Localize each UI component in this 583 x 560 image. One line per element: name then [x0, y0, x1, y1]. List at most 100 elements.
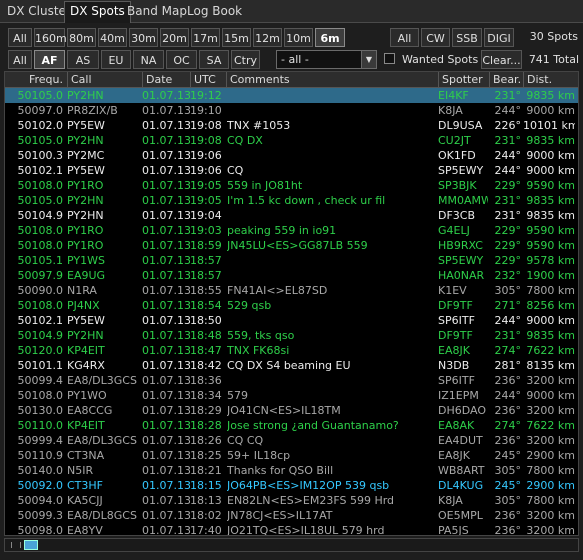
cell-distance: 9835 km	[526, 209, 575, 222]
table-row[interactable]: 50099.4 EA8/DL3GCS 01.07.13 18:36 SP6ITF 236°…	[5, 373, 578, 388]
cell-utc-time: 17:40	[190, 524, 222, 536]
cell-comment: JN78CJ<ES>IL17AT	[227, 509, 333, 522]
cell-spotter: EA8AK	[438, 419, 475, 432]
cell-frequency: 50104.9	[17, 209, 64, 222]
tab-log-book[interactable]: Log Book	[182, 2, 247, 21]
continent-button-as[interactable]: AS	[67, 50, 99, 69]
continent-button-eu[interactable]: EU	[101, 50, 131, 69]
cell-utc-time: 18:15	[190, 479, 222, 492]
cell-spotter: CU2JT	[438, 134, 471, 147]
table-row[interactable]: 50108.0 PY1RO 01.07.13 19:05 559 in JO81ht SP…	[5, 178, 578, 193]
band-button-6m[interactable]: 6m	[315, 28, 345, 47]
continent-button-na[interactable]: NA	[133, 50, 164, 69]
cell-frequency: 50104.9	[17, 329, 64, 342]
mode-button-ssb[interactable]: SSB	[452, 28, 482, 47]
cell-callsign: PR8ZIX/B	[67, 104, 118, 117]
table-row[interactable]: 50140.0 N5IR 01.07.13 18:21 Thanks for QSO B…	[5, 463, 578, 478]
col-header-date[interactable]: Date	[142, 72, 190, 87]
col-header-call[interactable]: Call	[67, 72, 142, 87]
mode-button-digi[interactable]: DIGI	[484, 28, 514, 47]
band-button-12m[interactable]: 12m	[253, 28, 282, 47]
band-button-80m[interactable]: 80m	[67, 28, 96, 47]
col-header-comments[interactable]: Comments	[226, 72, 438, 87]
cell-bearing: 231°	[494, 89, 522, 102]
continent-button-oc[interactable]: OC	[166, 50, 197, 69]
spots-table: Frequ. Call Date UTC Comments Spotter Be…	[4, 71, 579, 536]
table-row[interactable]: 50105.0 PY2HN 01.07.13 19:05 I'm 1.5 kc down…	[5, 193, 578, 208]
cell-callsign: PY2HN	[67, 134, 104, 147]
cell-spotter: SP5EWY	[438, 254, 484, 267]
table-row[interactable]: 50100.3 PY2MC 01.07.13 19:06 OK1FD 244° 9000 k…	[5, 148, 578, 163]
band-button-30m[interactable]: 30m	[129, 28, 158, 47]
table-row[interactable]: 50090.0 N1RA 01.07.13 18:55 FN41AI<>EL87SD K1…	[5, 283, 578, 298]
cell-bearing: 236°	[494, 509, 522, 522]
table-row[interactable]: 50102.1 PY5EW 01.07.13 18:50 SP6ITF 244° 9000 …	[5, 313, 578, 328]
tab-dx-spots[interactable]: DX Spots	[64, 1, 131, 23]
band-button-10m[interactable]: 10m	[284, 28, 313, 47]
table-row[interactable]: 50120.0 KP4EIT 01.07.13 18:47 TNX FK68si EA8J…	[5, 343, 578, 358]
table-row[interactable]: 50101.1 KG4RX 01.07.13 18:42 CQ DX S4 beamin…	[5, 358, 578, 373]
cell-bearing: 229°	[494, 179, 522, 192]
table-row[interactable]: 50097.9 EA9UG 01.07.13 18:57 HA0NAR 232° 1900 …	[5, 268, 578, 283]
table-row[interactable]: 50104.9 PY2HN 01.07.13 19:04 DF3CB 231° 9835 k…	[5, 208, 578, 223]
cell-date: 01.07.13	[142, 104, 190, 117]
table-row[interactable]: 50130.0 EA8CCG 01.07.13 18:29 JO41CN<ES>IL18…	[5, 403, 578, 418]
table-row[interactable]: 50094.0 KA5CJJ 01.07.13 18:13 EN82LN<ES>EM23…	[5, 493, 578, 508]
table-row[interactable]: 50108.0 PY1WO 01.07.13 18:34 579 IZ1EPM 244° 90…	[5, 388, 578, 403]
band-button-20m[interactable]: 20m	[160, 28, 189, 47]
chevron-down-icon[interactable]: ▼	[361, 51, 376, 68]
continent-button-all[interactable]: All	[8, 50, 32, 69]
band-button-40m[interactable]: 40m	[98, 28, 127, 47]
table-row[interactable]: 50097.0 PR8ZIX/B 01.07.13 19:10 K8JA 244° 9000…	[5, 103, 578, 118]
cell-frequency: 50097.0	[17, 104, 64, 117]
cell-spotter: OE5MPL	[438, 509, 483, 522]
total-count: 741 Total	[528, 53, 579, 66]
cell-distance: 3200 km	[526, 434, 575, 447]
band-button-all[interactable]: All	[8, 28, 32, 47]
table-row[interactable]: 50102.1 PY5EW 01.07.13 19:06 CQ SP5EWY 244° 900…	[5, 163, 578, 178]
mode-button-cw[interactable]: CW	[421, 28, 450, 47]
continent-button-af[interactable]: AF	[34, 50, 65, 69]
cell-frequency: 50130.0	[17, 404, 64, 417]
table-row[interactable]: 50108.0 PY1RO 01.07.13 19:03 peaking 559 in …	[5, 223, 578, 238]
table-row[interactable]: 50108.0 PJ4NX 01.07.13 18:54 529 qsb DF9TF 271…	[5, 298, 578, 313]
table-row[interactable]: 50104.9 PY2HN 01.07.13 18:48 559, tks qso DF9…	[5, 328, 578, 343]
table-row[interactable]: 50102.0 PY5EW 01.07.13 19:08 TNX #1053 DL9USA…	[5, 118, 578, 133]
band-button-17m[interactable]: 17m	[191, 28, 220, 47]
table-row[interactable]: 50108.0 PY1RO 01.07.13 18:59 JN45LU<ES>GG87L…	[5, 238, 578, 253]
table-row[interactable]: 50105.0 PY2HN 01.07.13 19:12 EI4KF 231° 9835 k…	[5, 88, 578, 103]
country-select[interactable]: - all - ▼	[276, 50, 377, 69]
cell-callsign: EA8CCG	[67, 404, 113, 417]
table-row[interactable]: 50105.0 PY2HN 01.07.13 19:08 CQ DX CU2JT 231° 9…	[5, 133, 578, 148]
cell-comment: JO41CN<ES>IL18TM	[227, 404, 341, 417]
cell-spotter: EA8JK	[438, 344, 470, 357]
cell-comment: TNX #1053	[227, 119, 291, 132]
cell-date: 01.07.13	[142, 239, 190, 252]
grip-icon[interactable]	[11, 542, 21, 548]
band-button-160m[interactable]: 160m	[34, 28, 67, 47]
table-row[interactable]: 50110.9 CT3NA 01.07.13 18:25 59+ IL18cp EA8JK…	[5, 448, 578, 463]
table-row[interactable]: 50098.0 EA8YV 01.07.13 17:40 JO21TQ<ES>IL18U…	[5, 523, 578, 536]
table-row[interactable]: 50110.0 KP4EIT 01.07.13 18:28 Jose strong ¿a…	[5, 418, 578, 433]
clear-button[interactable]: Clear...	[481, 50, 522, 69]
cell-callsign: PY2MC	[67, 149, 105, 162]
table-row[interactable]: 50999.4 EA8/DL3GCS 01.07.13 18:26 CQ CQ EA4DU…	[5, 433, 578, 448]
col-header-bearing[interactable]: Bear.	[489, 72, 523, 87]
col-header-spotter[interactable]: Spotter	[438, 72, 489, 87]
cell-date: 01.07.13	[142, 314, 190, 327]
cell-bearing: 231°	[494, 194, 522, 207]
continent-button-sa[interactable]: SA	[199, 50, 229, 69]
cell-bearing: 231°	[494, 329, 522, 342]
col-header-utc[interactable]: UTC	[190, 72, 226, 87]
col-header-freq[interactable]: Frequ.	[5, 72, 67, 87]
table-row[interactable]: 50092.0 CT3HF 01.07.13 18:15 JO64PB<ES>IM12O…	[5, 478, 578, 493]
table-row[interactable]: 50099.3 EA8/DL8GCS 01.07.13 18:02 JN78CJ<ES>…	[5, 508, 578, 523]
band-button-15m[interactable]: 15m	[222, 28, 251, 47]
wanted-spots-checkbox[interactable]	[384, 53, 395, 64]
mode-button-all[interactable]: All	[390, 28, 419, 47]
table-row[interactable]: 50105.1 PY1WS 01.07.13 18:57 SP5EWY 229° 9578 …	[5, 253, 578, 268]
continent-button-ctry[interactable]: Ctry	[231, 50, 260, 69]
cell-distance: 9000 km	[526, 389, 575, 402]
cell-utc-time: 18:47	[190, 344, 222, 357]
col-header-distance[interactable]: Dist.	[523, 72, 578, 87]
